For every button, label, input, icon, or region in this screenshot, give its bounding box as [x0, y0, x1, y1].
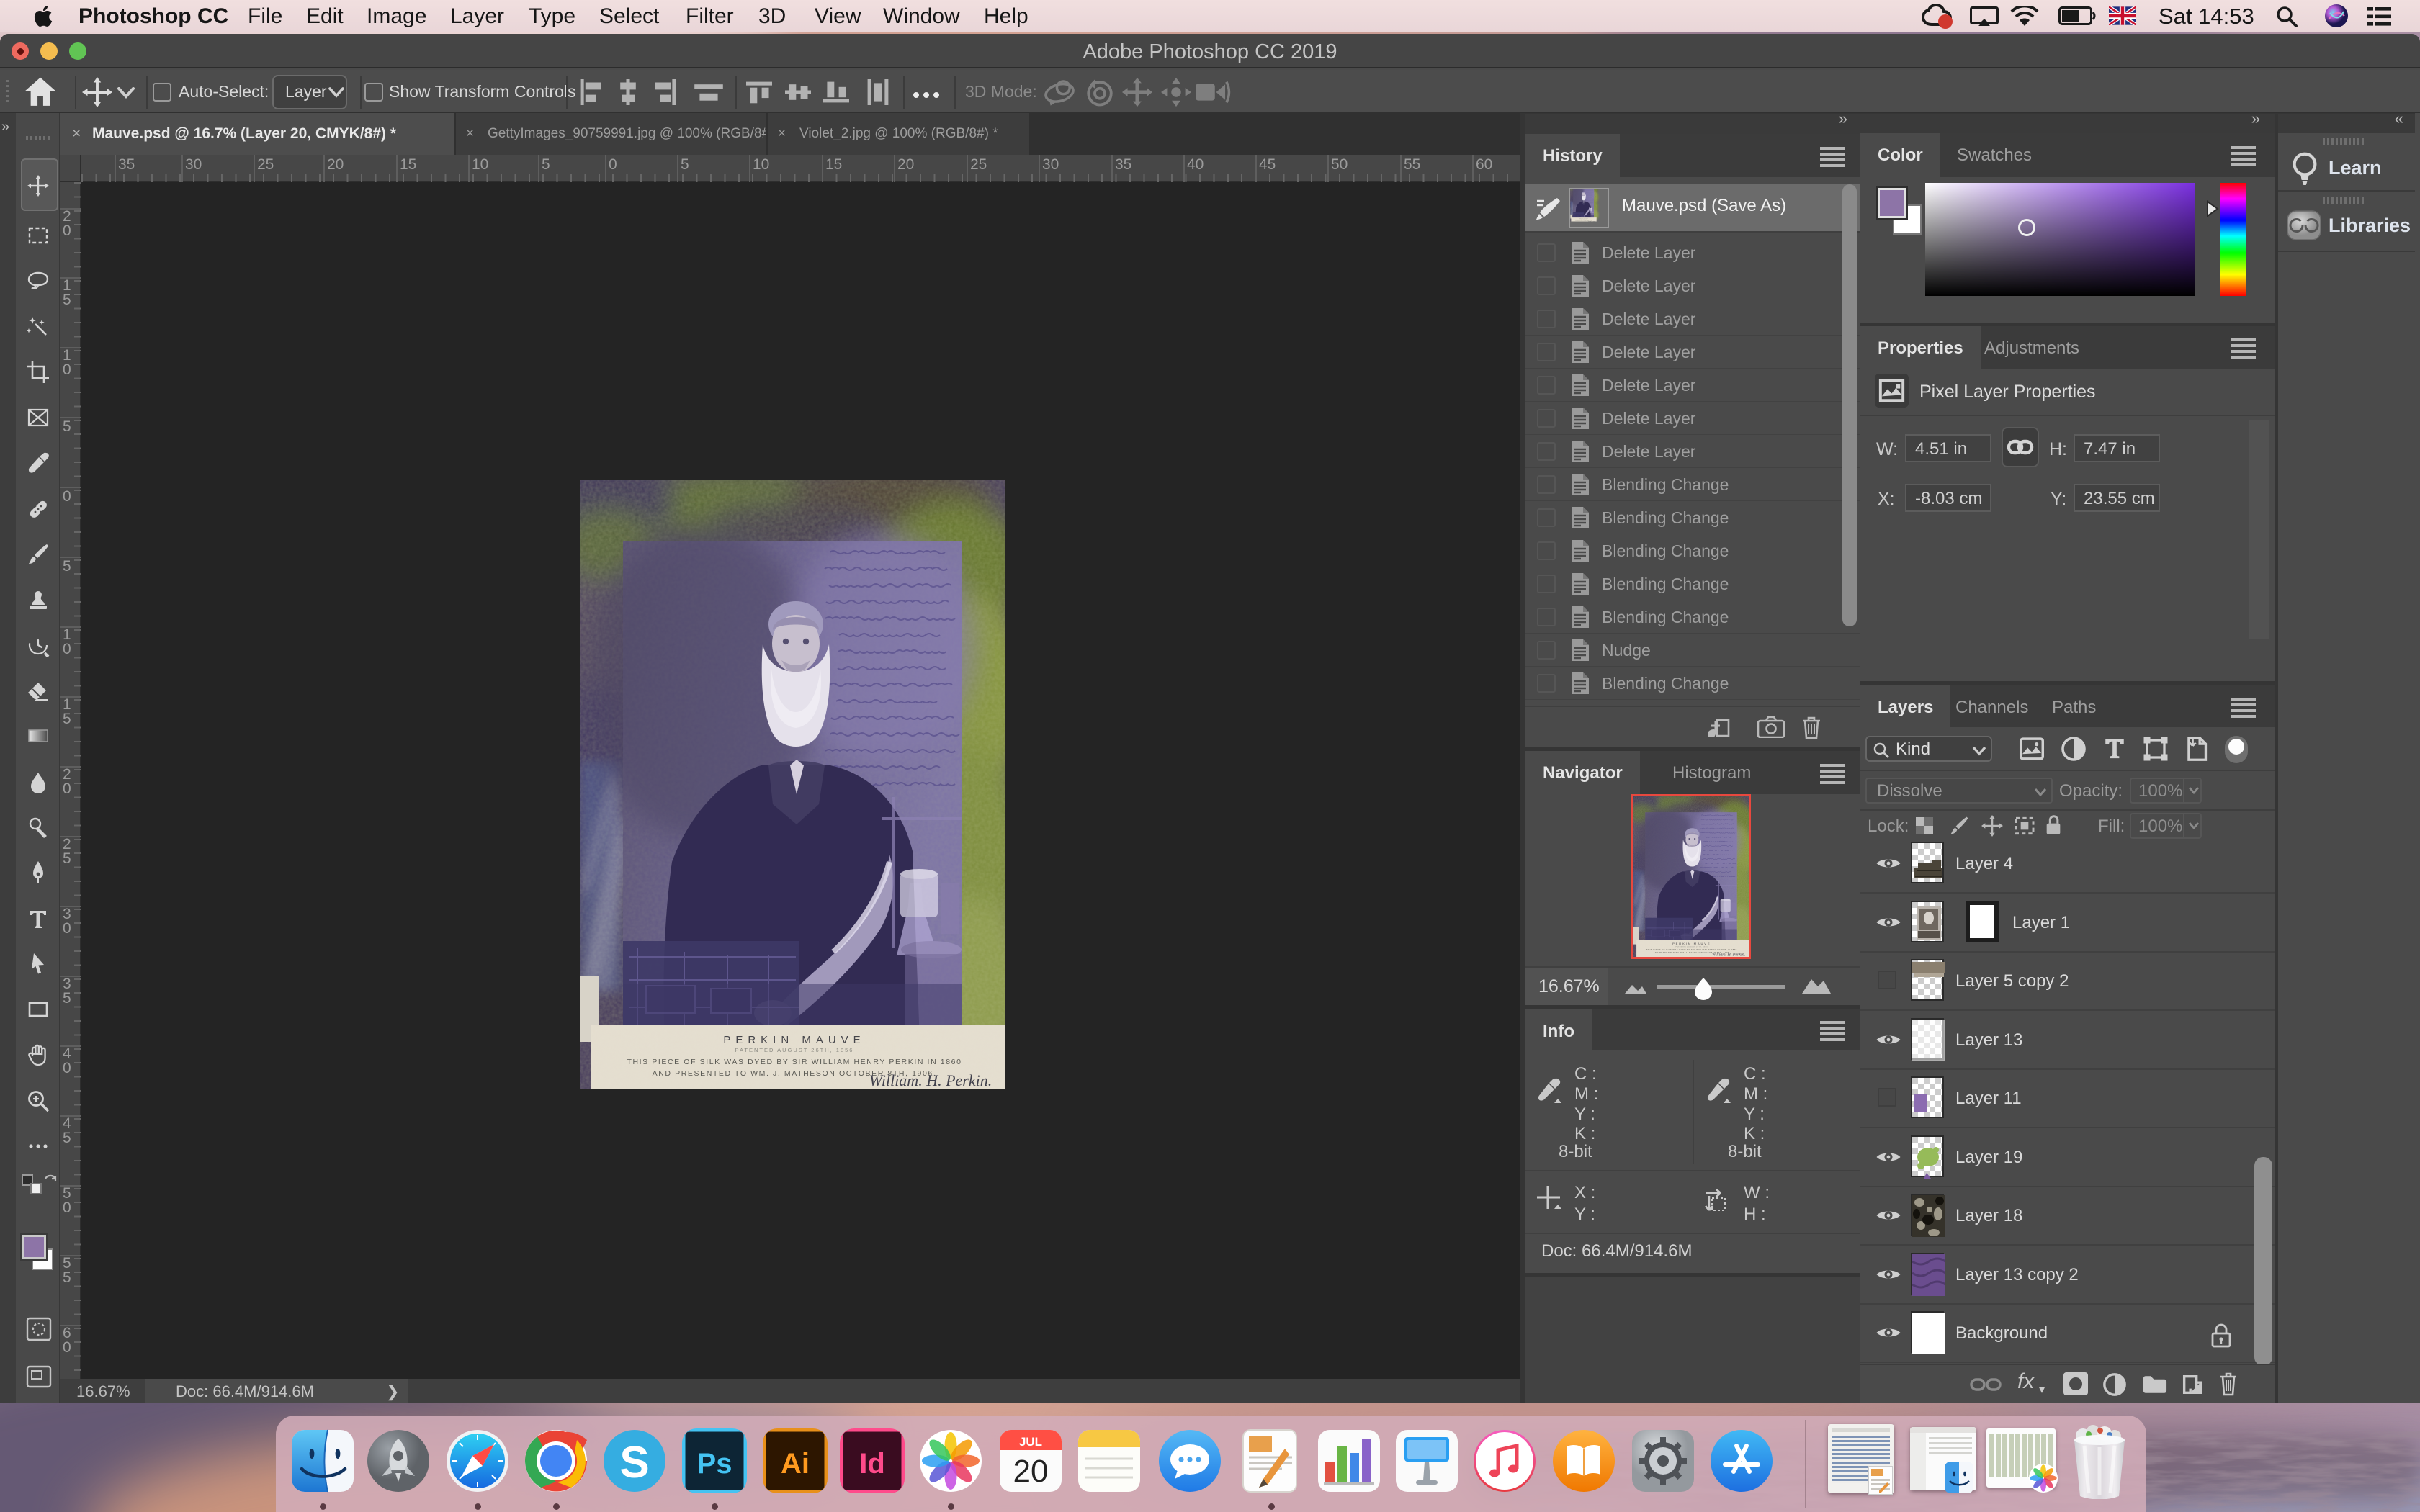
svg-text:JUL: JUL	[1019, 1435, 1042, 1449]
svg-text:S: S	[619, 1438, 649, 1488]
svg-text:Ps: Ps	[697, 1448, 732, 1480]
svg-text:Id: Id	[859, 1448, 885, 1480]
svg-text:20: 20	[1013, 1454, 1049, 1489]
svg-text:Ai: Ai	[781, 1448, 810, 1480]
